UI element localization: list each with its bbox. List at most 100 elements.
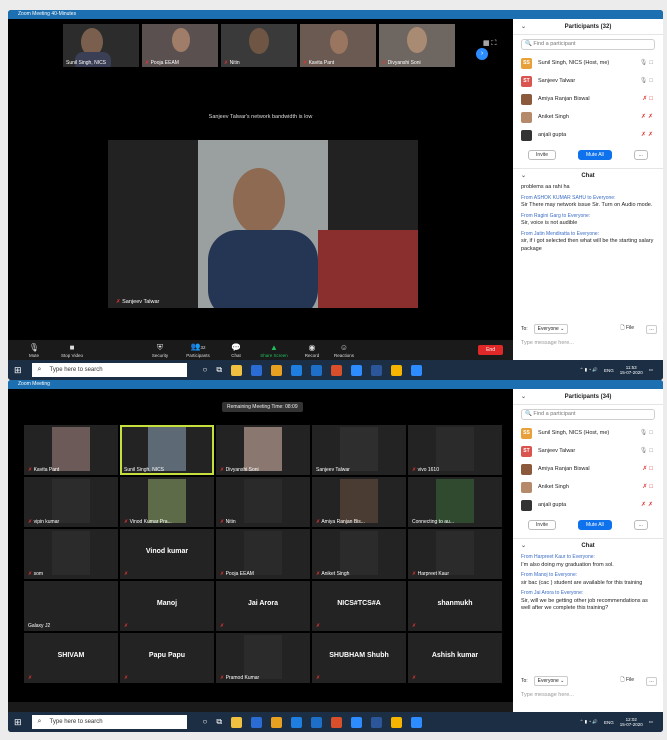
gallery-tile[interactable]: Ashish kumar ✗ <box>408 633 502 683</box>
thumb-video[interactable]: ✗ Divyanshi Soni <box>379 24 455 67</box>
gallery-tile[interactable]: Sanjeev Talwar <box>312 425 406 475</box>
gallery-tile[interactable]: Vinod kumar ✗ <box>120 529 214 579</box>
gallery-tile[interactable]: ✗ Divyanshi Soni <box>216 425 310 475</box>
taskbar-search-input[interactable]: Type here to search <box>31 715 187 729</box>
next-page-icon[interactable]: › <box>476 48 488 60</box>
gallery-tile[interactable]: ✗ Aniket Singh <box>312 529 406 579</box>
task-view-icon[interactable]: ⧉ <box>216 717 222 728</box>
file-button[interactable]: 🗋 File <box>621 325 634 333</box>
chrome-icon[interactable] <box>391 716 403 728</box>
record-button[interactable]: ◉ Record <box>296 343 328 358</box>
chevron-down-icon[interactable]: ⌄ <box>521 389 526 405</box>
gallery-tile[interactable]: Connecting to au... <box>408 477 502 527</box>
recipient-select[interactable]: Everyone ⌄ <box>533 676 569 686</box>
mic-muted-icon[interactable]: ✗✗ <box>641 113 655 120</box>
gallery-tile[interactable]: Galaxy J2 <box>24 581 118 631</box>
notification-icon[interactable]: ▭ <box>649 719 653 725</box>
gallery-tile[interactable]: Manoj ✗ <box>120 581 214 631</box>
edge-icon[interactable] <box>291 364 303 376</box>
participant-row[interactable]: Aniket Singh ✗✗ <box>521 108 655 126</box>
notification-icon[interactable]: ▭ <box>649 367 653 373</box>
thumb-video[interactable]: ✗ Pooja EEAM <box>142 24 218 67</box>
windows-start-icon[interactable]: ⊞ <box>14 365 22 376</box>
gallery-tile[interactable]: shanmukh ✗ <box>408 581 502 631</box>
cortana-icon[interactable]: ○ <box>203 717 208 728</box>
mic-icon[interactable]: 🎙□ <box>640 429 655 436</box>
mic-muted-icon[interactable]: ✗✗ <box>641 501 655 508</box>
more-button[interactable]: ... <box>633 150 648 160</box>
gallery-tile[interactable]: ✗ Vinod Kumar Pra... <box>120 477 214 527</box>
clock[interactable]: 11:53 15-07-2020 <box>620 365 643 375</box>
participant-row[interactable]: Amiya Ranjan Biswal ✗□ <box>521 460 655 478</box>
store-icon[interactable] <box>231 716 243 728</box>
tray-icons[interactable]: ⌃ ▮ ◔ 🔊 <box>580 719 598 725</box>
thumb-video[interactable]: Sunil Singh, NICS <box>63 24 139 67</box>
gallery-tile[interactable]: ✗ Kavita Pant <box>24 425 118 475</box>
gallery-tile[interactable]: SHIVAM ✗ <box>24 633 118 683</box>
gallery-tile[interactable]: SHUBHAM Shubh ✗ <box>312 633 406 683</box>
language-indicator[interactable]: ENG <box>604 720 614 725</box>
gallery-tile[interactable]: ✗ Nitin <box>216 477 310 527</box>
mic-icon[interactable]: 🎙□ <box>640 59 655 66</box>
participant-row[interactable]: SS Sunil Singh, NICS (Host, me) 🎙□ <box>521 54 655 72</box>
chevron-down-icon[interactable]: ⌄ <box>521 169 526 183</box>
gallery-tile[interactable]: ✗ vivo 1610 <box>408 425 502 475</box>
thumb-video[interactable]: ✗ Kavita Pant <box>300 24 376 67</box>
folder-icon[interactable] <box>271 716 283 728</box>
mute-all-button[interactable]: Mute All <box>577 150 612 160</box>
mic-icon[interactable]: 🎙□ <box>640 447 655 454</box>
mic-muted-icon[interactable]: ✗□ <box>642 465 655 472</box>
zoom-active-icon[interactable] <box>411 716 423 728</box>
task-view-icon[interactable]: ⧉ <box>216 365 222 376</box>
zoom-icon[interactable] <box>351 364 363 376</box>
participant-row[interactable]: anjali gupta ✗✗ <box>521 496 655 514</box>
folder-icon[interactable] <box>271 364 283 376</box>
taskbar-search-input[interactable]: Type here to search <box>31 363 187 377</box>
invite-button[interactable]: Invite <box>528 520 556 530</box>
chat-input[interactable]: Type message here... <box>521 692 574 698</box>
gallery-tile[interactable]: ✗ Pramod Kumar <box>216 633 310 683</box>
participant-row[interactable]: ST Sanjeev Talwar 🎙□ <box>521 442 655 460</box>
mute-button[interactable]: 🎙 Mute <box>18 343 50 358</box>
gallery-tile[interactable]: ✗ Harpreet Kaur <box>408 529 502 579</box>
powerpoint-icon[interactable] <box>331 364 343 376</box>
share-screen-button[interactable]: ▲ Share Screen <box>252 343 296 358</box>
outlook-icon[interactable] <box>311 716 323 728</box>
participant-search-input[interactable]: 🔍 Find a participant <box>521 39 655 50</box>
recipient-select[interactable]: Everyone ⌄ <box>533 324 569 334</box>
gallery-tile[interactable]: ✗ som <box>24 529 118 579</box>
invite-button[interactable]: Invite <box>528 150 556 160</box>
participant-row[interactable]: Amiya Ranjan Biswal ✗□ <box>521 90 655 108</box>
gallery-tile[interactable]: Papu Papu ✗ <box>120 633 214 683</box>
mail-icon[interactable] <box>251 716 263 728</box>
word-icon[interactable] <box>371 364 383 376</box>
chevron-down-icon[interactable]: ⌄ <box>521 539 526 553</box>
chevron-down-icon[interactable]: ⌄ <box>521 19 526 35</box>
thumb-video[interactable]: ✗ Nitin <box>221 24 297 67</box>
cortana-icon[interactable]: ○ <box>203 365 208 376</box>
chrome-icon[interactable] <box>391 364 403 376</box>
gallery-tile[interactable]: ✗ Amiya Ranjan Bis... <box>312 477 406 527</box>
gallery-tile[interactable]: Sunil Singh, NICS <box>120 425 214 475</box>
mic-muted-icon[interactable]: ✗□ <box>642 483 655 490</box>
clock[interactable]: 12:02 15-07-2020 <box>620 717 643 727</box>
more-icon[interactable]: … <box>646 676 657 686</box>
participant-row[interactable]: SS Sunil Singh, NICS (Host, me) 🎙□ <box>521 424 655 442</box>
windows-start-icon[interactable]: ⊞ <box>14 717 22 728</box>
outlook-icon[interactable] <box>311 364 323 376</box>
file-button[interactable]: 🗋 File <box>621 677 634 685</box>
gallery-view-icon[interactable]: ▦ ⛶ <box>483 39 496 48</box>
mic-muted-icon[interactable]: ✗□ <box>642 95 655 102</box>
participant-row[interactable]: anjali gupta ✗✗ <box>521 126 655 144</box>
participants-button[interactable]: 👥32 Participants <box>176 342 220 358</box>
mic-icon[interactable]: 🎙□ <box>640 77 655 84</box>
edge-icon[interactable] <box>291 716 303 728</box>
zoom-active-icon[interactable] <box>411 364 423 376</box>
security-button[interactable]: ⛨ Security <box>144 343 176 358</box>
more-button[interactable]: ... <box>633 520 648 530</box>
gallery-tile[interactable]: NICS#TCS#A ✗ <box>312 581 406 631</box>
zoom-icon[interactable] <box>351 716 363 728</box>
gallery-tile[interactable]: ✗ Pooja EEAM <box>216 529 310 579</box>
reactions-button[interactable]: ☺ Reactions <box>328 343 360 358</box>
mute-all-button[interactable]: Mute All <box>577 520 612 530</box>
